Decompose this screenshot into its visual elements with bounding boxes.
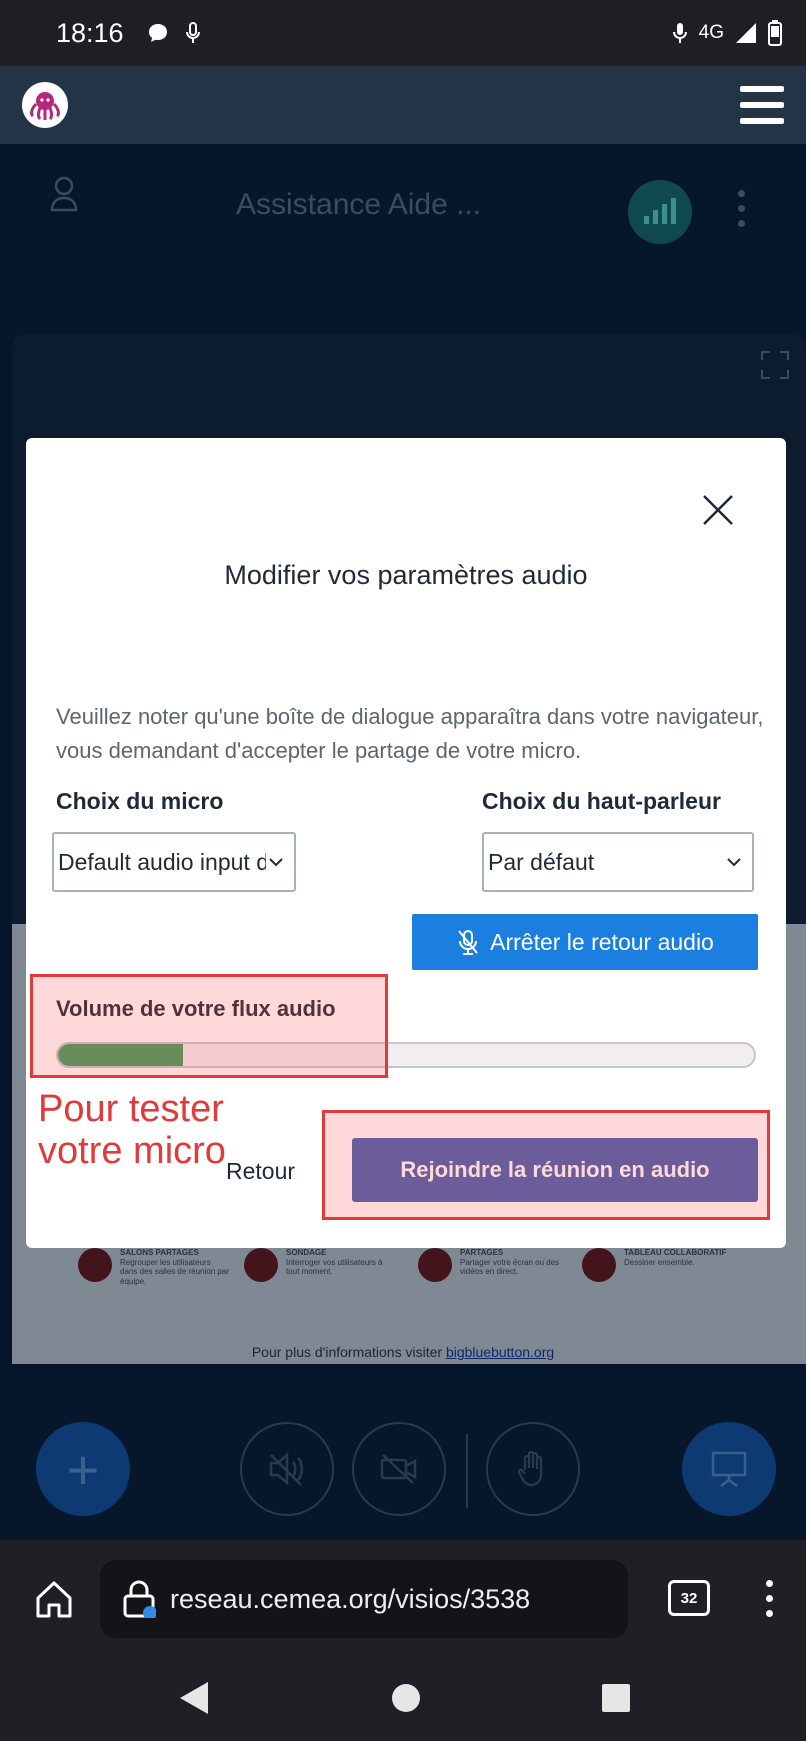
speaker-select-value: Par défaut: [488, 848, 595, 875]
permission-notice: Veuillez noter qu'une boîte de dialogue …: [56, 704, 764, 763]
feature-icon: [78, 1248, 112, 1282]
annotation-text: Pour tester votre micro: [38, 1088, 226, 1172]
user-list-icon[interactable]: [50, 176, 78, 212]
chevron-down-icon: [727, 858, 741, 867]
hamburger-menu-icon[interactable]: [740, 86, 784, 124]
close-icon[interactable]: [698, 490, 738, 530]
microphone-active-icon: [672, 23, 687, 43]
app-header: [0, 66, 806, 144]
feature-item: PARTAGES Partager votre écran ou des vidé…: [418, 1248, 570, 1282]
raise-hand-button[interactable]: [486, 1422, 580, 1516]
mic-select[interactable]: Default audio input device: [52, 832, 296, 892]
feature-title: PARTAGES: [460, 1248, 504, 1257]
options-menu-icon[interactable]: [738, 190, 745, 227]
chat-bubble-icon: [148, 24, 167, 42]
home-icon[interactable]: [32, 1578, 76, 1620]
feature-desc: Interroger vos utilisateurs à tout momen…: [286, 1257, 383, 1277]
fullscreen-icon[interactable]: [760, 350, 790, 380]
action-bar-divider: [466, 1434, 468, 1508]
status-time: 18:16: [56, 17, 124, 48]
lock-icon: [122, 1580, 157, 1620]
feature-icon: [582, 1248, 616, 1282]
audio-muted-button[interactable]: [240, 1422, 334, 1516]
url-text: reseau.cemea.org/visios/3538: [170, 1583, 531, 1614]
system-nav-bar: [0, 1658, 806, 1741]
action-bar: +: [0, 1400, 806, 1540]
feature-desc: Regrouper les utilisateurs dans des sall…: [120, 1257, 229, 1286]
presentation-footer: Pour plus d'informations visiter bigblue…: [0, 1344, 806, 1360]
phone-screen: 18:16 4G Assistance Aide ... SALONS PART…: [0, 0, 806, 1741]
microphone-off-icon: [458, 930, 478, 955]
mic-select-value: Default audio input device: [58, 848, 266, 875]
battery-icon: [768, 20, 782, 46]
status-bar: 18:16 4G: [0, 0, 806, 66]
stop-audio-feedback-label: Arrêter le retour audio: [490, 928, 714, 955]
microphone-icon: [185, 22, 200, 43]
octopus-logo-icon[interactable]: [22, 82, 68, 128]
tab-count-button[interactable]: 32: [668, 1580, 710, 1616]
join-highlight-box: [322, 1110, 770, 1220]
address-bar[interactable]: reseau.cemea.org/visios/3538: [100, 1560, 628, 1638]
hand-icon: [517, 1450, 543, 1487]
speaker-muted-icon: [269, 1452, 303, 1486]
browser-menu-icon[interactable]: [766, 1580, 773, 1617]
feature-item: SALONS PARTAGES Regrouper les utilisateur…: [78, 1248, 230, 1286]
feature-icon: [244, 1248, 278, 1282]
connection-status-icon[interactable]: [628, 180, 692, 244]
footer-text: Pour plus d'informations visiter: [251, 1344, 446, 1360]
footer-link[interactable]: bigbluebutton.org: [446, 1344, 554, 1360]
actions-plus-button[interactable]: +: [36, 1422, 130, 1516]
feature-title: TABLEAU COLLABORATIF: [624, 1248, 727, 1257]
speaker-select-label: Choix du haut-parleur: [482, 788, 721, 814]
browser-toolbar: reseau.cemea.org/visios/3538 32: [0, 1540, 806, 1658]
video-off-button[interactable]: [352, 1422, 446, 1516]
signal-icon: [736, 23, 756, 43]
meeting-title: Assistance Aide ...: [236, 188, 482, 221]
presentation-toggle-button[interactable]: [682, 1422, 776, 1516]
feature-icon: [418, 1248, 452, 1282]
presentation-icon: [711, 1451, 747, 1487]
chevron-down-icon: [269, 858, 283, 867]
feature-desc: Dessiner ensemble.: [624, 1257, 695, 1267]
volume-highlight-box: [30, 974, 388, 1078]
feature-item: TABLEAU COLLABORATIF Dessiner ensemble.: [582, 1248, 734, 1282]
mic-select-label: Choix du micro: [56, 788, 224, 814]
feature-item: SONDAGE Interroger vos utilisateurs à tou…: [244, 1248, 396, 1282]
recents-square-icon[interactable]: [602, 1684, 630, 1712]
home-circle-icon[interactable]: [392, 1684, 420, 1712]
stop-audio-feedback-button[interactable]: Arrêter le retour audio: [412, 914, 758, 970]
speaker-select[interactable]: Par défaut: [482, 832, 754, 892]
modal-title: Modifier vos paramètres audio: [224, 560, 588, 590]
back-triangle-icon[interactable]: [180, 1682, 208, 1714]
feature-desc: Partager votre écran ou des vidéos en di…: [460, 1257, 560, 1277]
feature-title: SONDAGE: [286, 1248, 327, 1257]
meeting-header: Assistance Aide ...: [0, 144, 806, 274]
network-type: 4G: [698, 22, 724, 43]
feature-title: SALONS PARTAGES: [120, 1248, 199, 1257]
camera-off-icon: [380, 1454, 417, 1484]
